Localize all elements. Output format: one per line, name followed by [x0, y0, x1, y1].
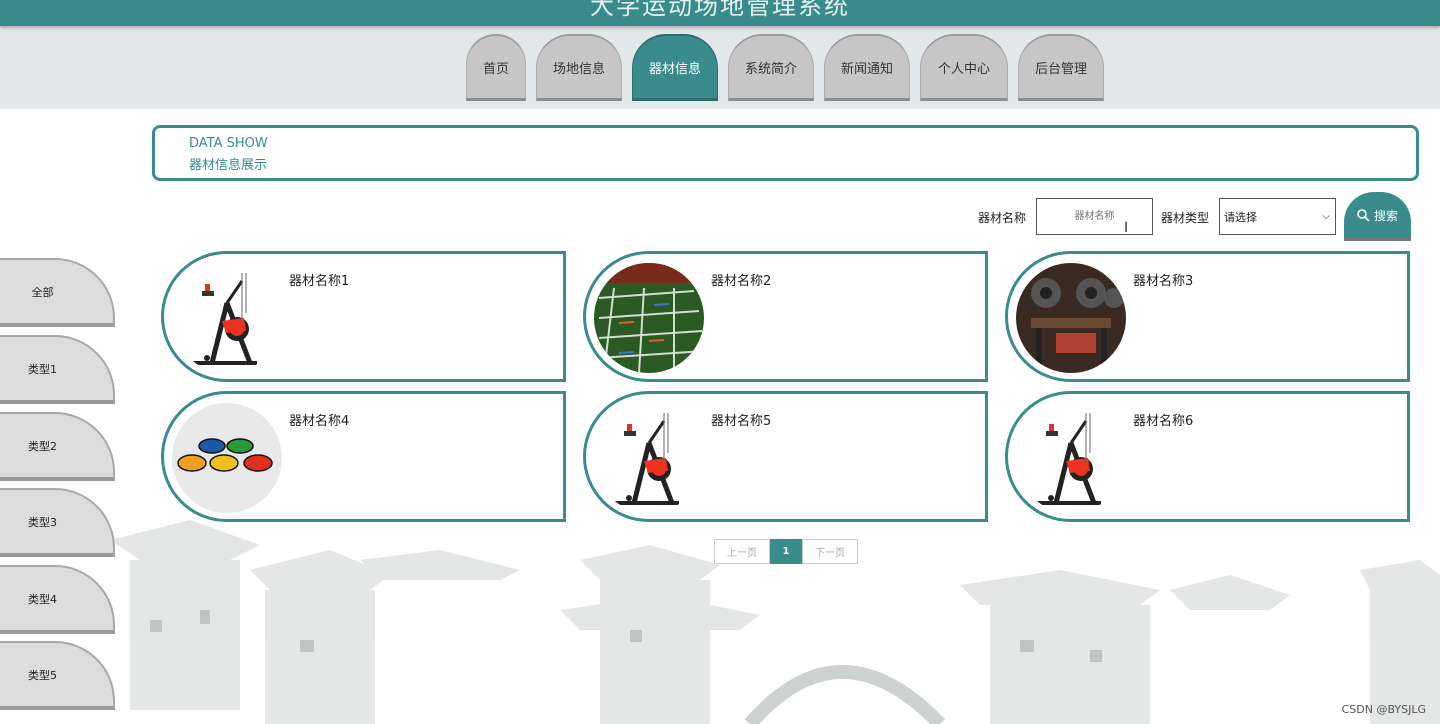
chevron-down-icon: ⌵	[1322, 211, 1330, 222]
nav-personal-center[interactable]: 个人中心	[920, 34, 1008, 101]
type-label: 器材类型	[1161, 211, 1210, 225]
equipment-name: 器材名称3	[1133, 274, 1194, 289]
page-1-button[interactable]: 1	[770, 539, 802, 564]
nav-admin[interactable]: 后台管理	[1018, 34, 1104, 101]
category-label: 类型3	[28, 515, 57, 529]
category-type2[interactable]: 类型2	[0, 412, 115, 481]
equipment-image	[1016, 403, 1126, 513]
search-button-label: 搜索	[1373, 208, 1398, 223]
equipment-name: 器材名称1	[289, 274, 350, 289]
ink-village-background	[110, 520, 1440, 724]
section-header: DATA SHOW 器材信息展示	[152, 125, 1419, 181]
category-type3[interactable]: 类型3	[0, 488, 115, 557]
equipment-image	[1016, 263, 1126, 373]
nav-venue-info[interactable]: 场地信息	[536, 34, 622, 101]
search-icon	[1357, 208, 1370, 222]
section-title-en: DATA SHOW	[189, 136, 268, 151]
type-select-value: 请选择	[1224, 210, 1257, 224]
category-label: 类型4	[28, 592, 57, 606]
equipment-card-4[interactable]: 器材名称4	[161, 391, 566, 522]
category-label: 类型1	[28, 362, 57, 376]
nav-equipment-info[interactable]: 器材信息	[632, 34, 718, 101]
equipment-card-2[interactable]: 器材名称2	[583, 251, 988, 382]
search-button[interactable]: 搜索	[1344, 192, 1411, 241]
name-label: 器材名称	[978, 211, 1027, 225]
next-page-button[interactable]: 下一页	[802, 539, 858, 564]
equipment-image	[172, 263, 282, 373]
nav-home[interactable]: 首页	[466, 34, 526, 101]
equipment-image	[594, 403, 704, 513]
category-type1[interactable]: 类型1	[0, 335, 115, 404]
equipment-name: 器材名称5	[711, 414, 772, 429]
equipment-card-5[interactable]: 器材名称5	[583, 391, 988, 522]
section-title-cn: 器材信息展示	[189, 158, 268, 173]
system-title: 大学运动场地管理系统	[590, 0, 850, 20]
equipment-image	[172, 403, 282, 513]
pagination: 上一页 1 下一页	[714, 539, 858, 564]
type-select[interactable]: 请选择 ⌵	[1219, 198, 1336, 235]
equipment-card-1[interactable]: 器材名称1	[161, 251, 566, 382]
prev-page-button[interactable]: 上一页	[714, 539, 770, 564]
text-cursor-icon: I	[1124, 220, 1129, 236]
main-nav: 首页 场地信息 器材信息 系统简介 新闻通知 个人中心 后台管理	[466, 34, 1104, 101]
name-search-input[interactable]	[1036, 198, 1153, 235]
category-label: 全部	[31, 285, 54, 299]
search-bar: 器材名称 器材类型 请选择 ⌵ 搜索	[0, 192, 1440, 242]
watermark: CSDN @BYSJLG	[1341, 703, 1426, 716]
equipment-card-6[interactable]: 器材名称6	[1005, 391, 1410, 522]
equipment-image	[594, 263, 704, 373]
equipment-name: 器材名称6	[1133, 414, 1194, 429]
equipment-name: 器材名称4	[289, 414, 350, 429]
category-label: 类型5	[28, 668, 57, 682]
category-all[interactable]: 全部	[0, 258, 115, 327]
nav-news[interactable]: 新闻通知	[824, 34, 910, 101]
nav-system-intro[interactable]: 系统简介	[728, 34, 814, 101]
top-banner: 大学运动场地管理系统	[0, 0, 1440, 26]
category-label: 类型2	[28, 439, 57, 453]
equipment-card-3[interactable]: 器材名称3	[1005, 251, 1410, 382]
equipment-name: 器材名称2	[711, 274, 772, 289]
